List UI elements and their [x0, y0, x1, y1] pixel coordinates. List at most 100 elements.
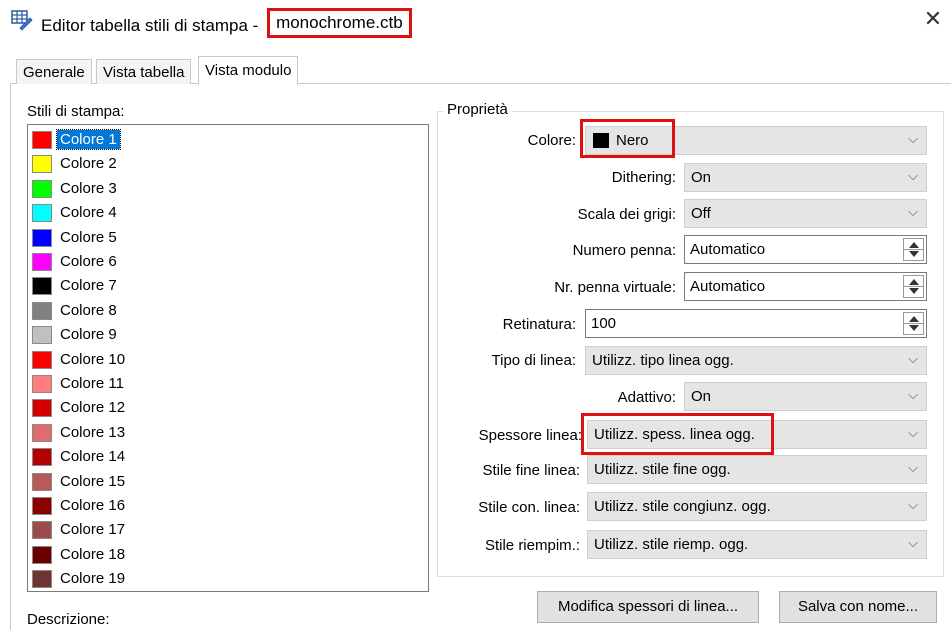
grayscale-value: Off	[691, 205, 711, 222]
chevron-down-icon: ⌵	[908, 535, 918, 550]
color-swatch	[32, 277, 52, 296]
dithering-select[interactable]: On ⌵	[684, 163, 927, 192]
color-swatch	[32, 326, 52, 345]
color-swatch	[32, 472, 52, 491]
list-item-label: Colore 2	[60, 155, 117, 173]
screening-value: 100	[591, 315, 617, 332]
color-swatch	[32, 448, 52, 467]
window-title-text: Editor tabella stili di stampa -	[41, 16, 259, 35]
tab-vista-tabella[interactable]: Vista tabella	[96, 59, 192, 84]
fill-style-select[interactable]: Utilizz. stile riemp. ogg. ⌵	[587, 530, 927, 559]
adaptive-select[interactable]: On ⌵	[684, 382, 927, 411]
list-item-label: Colore 10	[60, 350, 126, 368]
fill-style-value: Utilizz. stile riemp. ogg.	[594, 536, 749, 553]
screening-spinner[interactable]	[903, 312, 924, 335]
list-item-label: Colore 4	[60, 204, 117, 222]
plot-styles-caption: Stili di stampa:	[27, 103, 125, 120]
chevron-down-icon: ⌵	[908, 168, 918, 183]
list-item-label: Colore 16	[60, 497, 126, 514]
color-swatch	[32, 375, 52, 393]
list-item[interactable]: Colore 14	[32, 445, 402, 467]
properties-group-title: Proprietà	[443, 101, 512, 118]
list-item[interactable]: Colore 18	[32, 543, 402, 565]
line-join-style-select[interactable]: Utilizz. stile congiunz. ogg. ⌵	[587, 492, 927, 521]
list-item[interactable]: Colore 15	[32, 470, 402, 492]
linetype-value: Utilizz. tipo linea ogg.	[592, 352, 734, 369]
list-item-label: Colore 17	[60, 521, 126, 539]
tab-vista-modulo[interactable]: Vista modulo	[198, 56, 299, 85]
list-item-label: Colore 1	[56, 129, 121, 150]
color-swatch	[32, 301, 52, 320]
save-as-button[interactable]: Salva con nome...	[779, 591, 937, 623]
color-swatch	[32, 521, 52, 540]
list-item-label: Colore 18	[60, 545, 126, 563]
list-item[interactable]: Colore 9	[32, 323, 402, 345]
color-swatch	[32, 545, 52, 564]
dithering-value: On	[691, 169, 712, 186]
screening-label: Retinatura:	[502, 316, 576, 333]
grayscale-select[interactable]: Off ⌵	[684, 199, 927, 228]
plot-styles-list[interactable]: Colore 1 Colore 2 Colore 3 Colore 4 Colore 5…	[27, 124, 429, 592]
list-item[interactable]: Colore 6	[32, 250, 402, 272]
color-swatch	[32, 399, 52, 418]
list-item-label: Colore 12	[60, 399, 126, 417]
pen-number-value: Automatico	[690, 241, 766, 258]
line-end-style-select[interactable]: Utilizz. stile fine ogg. ⌵	[587, 455, 927, 484]
list-item-label: Colore 9	[60, 326, 117, 344]
list-item[interactable]: Colore 10	[32, 348, 402, 370]
tab-generale[interactable]: Generale	[16, 59, 92, 84]
pen-number-label: Numero penna:	[572, 242, 676, 259]
list-item-label: Colore 11	[60, 375, 124, 392]
list-item-label: Colore 15	[60, 472, 126, 490]
adaptive-label: Adattivo:	[617, 389, 676, 406]
list-item[interactable]: Colore 19	[32, 567, 402, 589]
color-label: Colore:	[527, 132, 576, 149]
list-item[interactable]: Colore 4	[32, 201, 402, 223]
list-item[interactable]: Colore 7	[32, 274, 402, 296]
list-item-label: Colore 8	[60, 301, 117, 319]
chevron-down-icon: ⌵	[908, 425, 918, 440]
linetype-label: Tipo di linea:	[491, 352, 577, 369]
list-item[interactable]: Colore 1	[32, 128, 402, 150]
virtual-pen-field[interactable]: Automatico	[684, 272, 927, 301]
list-item-label: Colore 6	[60, 253, 117, 270]
grayscale-label: Scala dei grigi:	[577, 206, 676, 223]
edit-lineweights-button[interactable]: Modifica spessori di linea...	[537, 591, 759, 623]
color-swatch	[32, 179, 52, 198]
plot-style-editor-app-icon	[10, 8, 34, 32]
list-item-label: Colore 3	[60, 179, 117, 197]
list-item[interactable]: Colore 3	[32, 177, 402, 199]
list-item-label: Colore 7	[60, 277, 117, 295]
line-end-style-label: Stile fine linea:	[482, 462, 580, 479]
lineweight-highlight-box	[581, 413, 774, 455]
list-item[interactable]: Colore 5	[32, 226, 402, 248]
list-item[interactable]: Colore 16	[32, 494, 402, 516]
screening-field[interactable]: 100	[585, 309, 927, 338]
list-item[interactable]: Colore 13	[32, 421, 402, 443]
linetype-select[interactable]: Utilizz. tipo linea ogg. ⌵	[585, 346, 927, 375]
color-swatch	[32, 131, 52, 149]
window-title-filename: monochrome.ctb	[267, 8, 412, 38]
line-join-style-value: Utilizz. stile congiunz. ogg.	[594, 498, 771, 515]
list-item-label: Colore 14	[60, 448, 126, 466]
list-item[interactable]: Colore 12	[32, 396, 402, 418]
chevron-down-icon: ⌵	[908, 387, 918, 402]
list-item[interactable]: Colore 8	[32, 299, 402, 321]
virtual-pen-value: Automatico	[690, 278, 766, 295]
line-end-style-value: Utilizz. stile fine ogg.	[594, 461, 731, 478]
list-item[interactable]: Colore 17	[32, 518, 402, 540]
color-swatch	[32, 204, 52, 223]
color-swatch	[32, 423, 52, 442]
list-item[interactable]: Colore 11	[32, 372, 402, 394]
list-item-label: Colore 5	[60, 228, 117, 246]
color-swatch	[32, 253, 52, 271]
pen-number-field[interactable]: Automatico	[684, 235, 927, 264]
close-icon[interactable]: ✕	[918, 4, 948, 34]
list-item[interactable]: Colore 2	[32, 152, 402, 174]
virtual-pen-spinner[interactable]	[903, 275, 924, 298]
color-swatch	[32, 497, 52, 515]
pen-number-spinner[interactable]	[903, 238, 924, 261]
line-join-style-label: Stile con. linea:	[478, 499, 580, 516]
lineweight-label: Spessore linea:	[478, 427, 582, 444]
chevron-down-icon: ⌵	[908, 460, 918, 475]
